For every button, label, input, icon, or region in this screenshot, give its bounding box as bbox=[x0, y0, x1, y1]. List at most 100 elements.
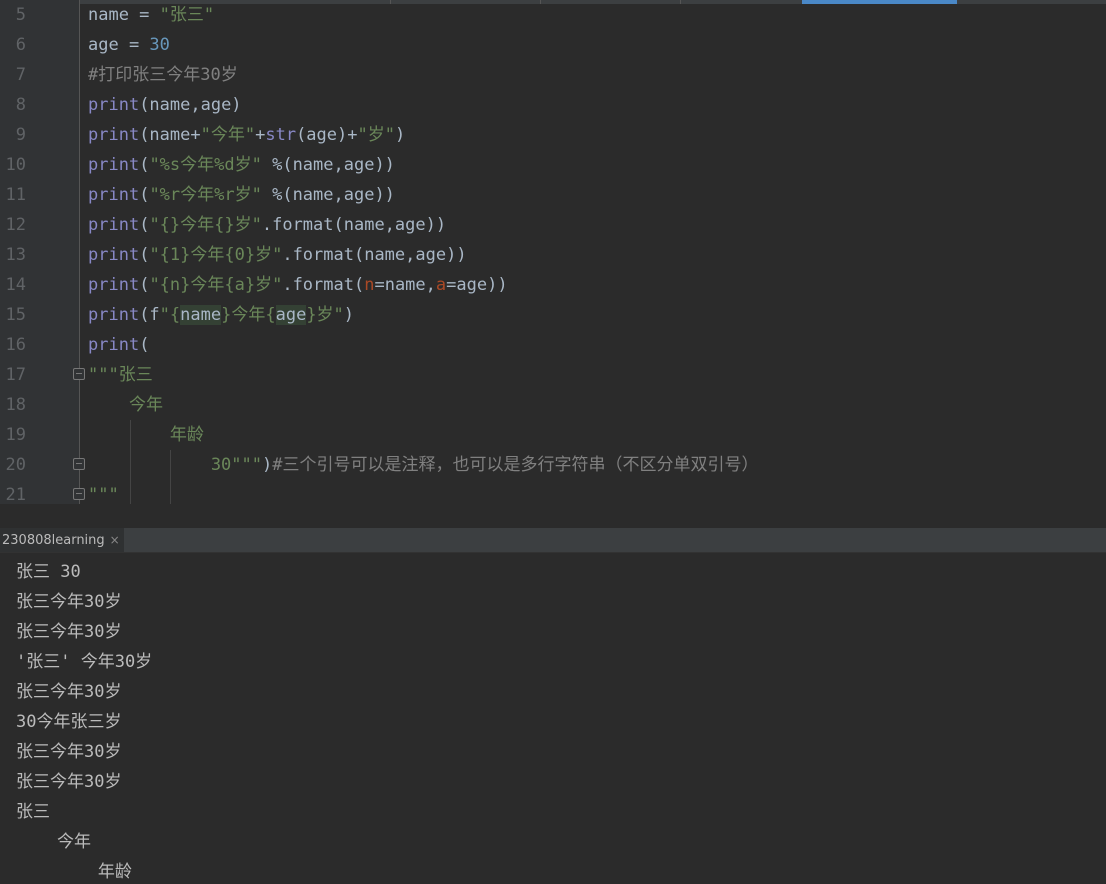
code-line[interactable]: 21 """ bbox=[0, 480, 1106, 504]
code-text: 30""")#三个引号可以是注释，也可以是多行字符串（不区分单双引号） bbox=[88, 450, 759, 480]
code-token: "{}今年{}岁" bbox=[149, 215, 262, 235]
code-token: }今年{ bbox=[221, 305, 276, 325]
code-text: name = "张三" bbox=[88, 0, 214, 30]
code-token: %(name,age)) bbox=[261, 155, 395, 175]
run-tab[interactable]: 230808learning × bbox=[0, 528, 124, 552]
console-line: 30今年张三岁 bbox=[16, 712, 122, 732]
console-line: 张三今年30岁 bbox=[16, 682, 122, 702]
line-number: 21 bbox=[5, 485, 26, 504]
code-token: """张三 bbox=[88, 365, 153, 385]
code-token: print bbox=[88, 95, 140, 115]
code-text: age = 30 bbox=[88, 30, 170, 60]
code-token: name = bbox=[88, 5, 160, 25]
code-token: "%s今年%d岁" bbox=[149, 155, 262, 175]
code-token: age = bbox=[88, 35, 150, 55]
code-token: (name+ bbox=[139, 125, 201, 145]
code-line[interactable]: 6 age = 30 bbox=[0, 30, 1106, 60]
code-token: print bbox=[88, 125, 140, 145]
code-token: 30 bbox=[149, 35, 170, 55]
code-token: ( bbox=[139, 335, 150, 355]
console-line: 张三 bbox=[16, 802, 50, 822]
code-token: =name, bbox=[374, 275, 436, 295]
code-text: print("{n}今年{a}岁".format(n=name,a=age)) bbox=[88, 270, 508, 300]
close-icon[interactable]: × bbox=[110, 533, 120, 547]
run-tool-window-header: 230808learning × bbox=[0, 528, 1106, 553]
code-token: .format( bbox=[282, 275, 365, 295]
code-line[interactable]: 14 print("{n}今年{a}岁".format(n=name,a=age)… bbox=[0, 270, 1106, 300]
line-number: 14 bbox=[5, 275, 26, 295]
code-line[interactable]: 11 print("%r今年%r岁" %(name,age)) bbox=[0, 180, 1106, 210]
run-console-output[interactable]: 张三 30 张三今年30岁 张三今年30岁 '张三' 今年30岁 张三今年30岁 30今年… bbox=[0, 553, 1106, 884]
line-number: 7 bbox=[15, 65, 26, 85]
line-number: 6 bbox=[15, 35, 26, 55]
line-number: 15 bbox=[5, 305, 26, 325]
line-number: 20 bbox=[5, 455, 26, 475]
code-token: #三个引号可以是注释，也可以是多行字符串（不区分单双引号） bbox=[272, 455, 759, 475]
code-token: ) bbox=[343, 305, 355, 325]
code-text: 今年 bbox=[88, 390, 163, 420]
code-text: 年龄 bbox=[88, 420, 204, 450]
code-line[interactable]: 10 print("%s今年%d岁" %(name,age)) bbox=[0, 150, 1106, 180]
code-text: print("{}今年{}岁".format(name,age)) bbox=[88, 210, 446, 240]
fold-toggle-icon[interactable] bbox=[73, 368, 85, 380]
code-token: ( bbox=[139, 275, 150, 295]
console-line: 张三今年30岁 bbox=[16, 772, 122, 792]
code-line[interactable]: 18 今年 bbox=[0, 390, 1106, 420]
code-text: print(f"{name}今年{age}岁") bbox=[88, 300, 354, 330]
run-tab-label: 230808learning bbox=[2, 533, 105, 548]
line-number: 17 bbox=[5, 365, 26, 385]
line-number: 9 bbox=[15, 125, 26, 145]
code-token: "岁" bbox=[357, 125, 395, 145]
fold-toggle-icon[interactable] bbox=[73, 458, 85, 470]
code-token: print bbox=[88, 215, 140, 235]
code-line[interactable]: 12 print("{}今年{}岁".format(name,age)) bbox=[0, 210, 1106, 240]
code-token: (f bbox=[139, 305, 160, 325]
code-token: ( bbox=[139, 155, 150, 175]
code-token: print bbox=[88, 245, 140, 265]
code-token: .format(name,age)) bbox=[282, 245, 467, 265]
code-token: + bbox=[255, 125, 266, 145]
code-text: print( bbox=[88, 330, 149, 360]
code-line[interactable]: 15 print(f"{name}今年{age}岁") bbox=[0, 300, 1106, 330]
code-line[interactable]: 9 print(name+"今年"+str(age)+"岁") bbox=[0, 120, 1106, 150]
code-line[interactable]: 19 年龄 bbox=[0, 420, 1106, 450]
code-token: (age)+ bbox=[296, 125, 358, 145]
code-token: (name,age) bbox=[139, 95, 242, 115]
code-line[interactable]: 16 print( bbox=[0, 330, 1106, 360]
code-text: print(name,age) bbox=[88, 90, 242, 120]
code-token: name bbox=[180, 305, 222, 325]
code-editor[interactable]: 5 name = "张三" 6 age = 30 7 #打印张三今年30岁 8 print(n… bbox=[0, 0, 1106, 504]
code-token: #打印张三今年30岁 bbox=[88, 65, 238, 85]
code-token: ) bbox=[394, 125, 406, 145]
code-line[interactable]: 13 print("{1}今年{0}岁".format(name,age)) bbox=[0, 240, 1106, 270]
code-token: 30""" bbox=[88, 455, 262, 475]
code-token: .format(name,age)) bbox=[261, 215, 447, 235]
line-number: 5 bbox=[15, 5, 26, 25]
code-token: %(name,age)) bbox=[261, 185, 395, 205]
code-token: print bbox=[88, 305, 140, 325]
code-token: ( bbox=[139, 185, 150, 205]
code-line[interactable]: 17 """张三 bbox=[0, 360, 1106, 390]
code-line[interactable]: 8 print(name,age) bbox=[0, 90, 1106, 120]
code-token: str bbox=[265, 125, 297, 145]
code-token: "{n}今年{a}岁" bbox=[149, 275, 283, 295]
line-number: 8 bbox=[15, 95, 26, 115]
code-text: print("%r今年%r岁" %(name,age)) bbox=[88, 180, 395, 210]
line-number: 11 bbox=[5, 185, 26, 205]
code-token: }岁" bbox=[306, 305, 344, 325]
code-text: """张三 bbox=[88, 360, 153, 390]
code-token: "{ bbox=[159, 305, 181, 325]
code-token: 今年 bbox=[88, 395, 163, 415]
console-line: '张三' 今年30岁 bbox=[16, 652, 153, 672]
code-text: print("{1}今年{0}岁".format(name,age)) bbox=[88, 240, 467, 270]
code-token: 年龄 bbox=[88, 425, 204, 445]
console-line: 张三今年30岁 bbox=[16, 622, 122, 642]
code-token: age bbox=[275, 305, 307, 325]
code-line[interactable]: 20 30""")#三个引号可以是注释，也可以是多行字符串（不区分单双引号） bbox=[0, 450, 1106, 480]
fold-toggle-icon[interactable] bbox=[73, 488, 85, 500]
panel-splitter[interactable] bbox=[0, 504, 1106, 528]
code-line[interactable]: 5 name = "张三" bbox=[0, 0, 1106, 30]
code-line[interactable]: 7 #打印张三今年30岁 bbox=[0, 60, 1106, 90]
code-token: ( bbox=[139, 215, 150, 235]
code-token: "%r今年%r岁" bbox=[149, 185, 262, 205]
